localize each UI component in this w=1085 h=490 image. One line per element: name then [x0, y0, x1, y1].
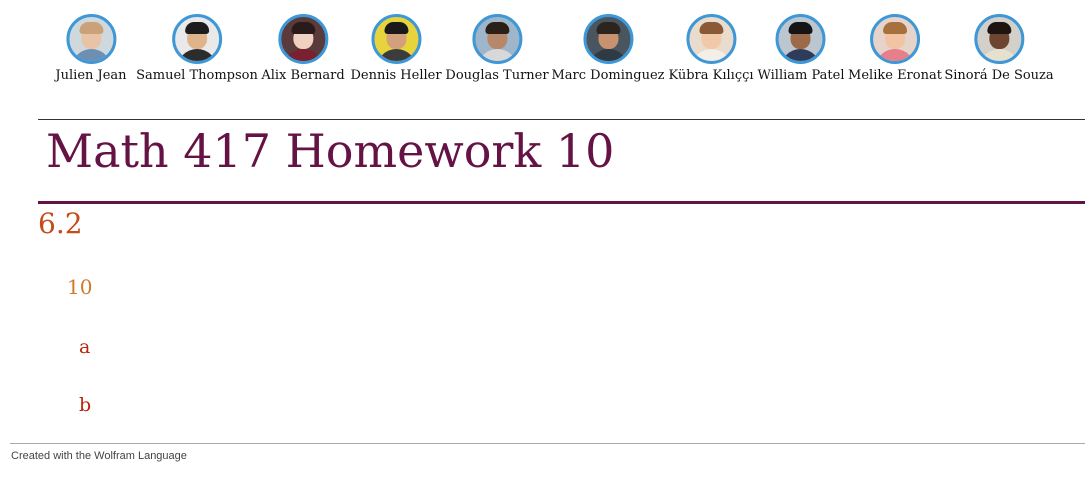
avatar-hair [986, 22, 1011, 34]
collaborator[interactable]: Douglas Turner [445, 14, 549, 83]
avatar-shoulders [176, 49, 217, 61]
avatar-alix-bernard-icon[interactable] [277, 14, 328, 64]
collaborator[interactable]: Kübra Kılıççı [668, 14, 754, 83]
avatar-samuel-thompson-icon[interactable] [171, 14, 222, 64]
avatar-shoulders [70, 49, 111, 61]
avatar-hair [789, 22, 813, 34]
avatar-douglas-turner-icon[interactable] [471, 14, 522, 64]
collaborator-name: Dennis Heller [350, 68, 442, 83]
avatar-sinora-de-souza-icon[interactable] [973, 14, 1024, 64]
collaborator-name: Marc Dominguez [551, 68, 665, 83]
collaborator-name: Samuel Thompson [136, 68, 258, 83]
avatar-hair [595, 22, 620, 34]
section-heading: 6.2 [38, 207, 83, 240]
avatar-hair [699, 22, 723, 34]
collaborator-name: Sinorá De Souza [944, 68, 1054, 83]
avatar-shoulders [691, 49, 731, 61]
collaborator-name: Julien Jean [55, 68, 127, 83]
collaborator[interactable]: Marc Dominguez [551, 14, 665, 83]
subsubsection-heading: a [79, 336, 91, 358]
avatar-hair [184, 22, 209, 34]
collaborator[interactable]: William Patel [757, 14, 845, 83]
avatar-shoulders [476, 49, 517, 61]
avatar-william-patel-icon[interactable] [776, 14, 826, 64]
avatar-hair [78, 22, 103, 34]
footer-credit: Created with the Wolfram Language [11, 450, 187, 462]
header-divider [38, 119, 1085, 120]
collaborator[interactable]: Samuel Thompson [136, 14, 258, 83]
avatar-hair [883, 22, 907, 34]
collaborator[interactable]: Sinorá De Souza [944, 14, 1054, 83]
page-title: Math 417 Homework 10 [46, 124, 615, 178]
collaborator[interactable]: Dennis Heller [350, 14, 442, 83]
avatar-shoulders [282, 49, 323, 61]
collaborator-name: William Patel [757, 68, 845, 83]
avatar-hair [484, 22, 509, 34]
avatar-marc-dominguez-icon[interactable] [582, 14, 633, 64]
title-underline [38, 201, 1085, 204]
collaborators-bar: Julien Jean Samuel Thompson Alix Bernard De… [0, 14, 1085, 94]
collaborator[interactable]: Julien Jean [55, 14, 127, 83]
collaborator-name: Douglas Turner [445, 68, 549, 83]
footer-divider [10, 443, 1085, 444]
avatar-kubra-kilicci-icon[interactable] [686, 14, 736, 64]
collaborator-name: Alix Bernard [261, 68, 345, 83]
collaborator[interactable]: Alix Bernard [261, 14, 345, 83]
avatar-hair [383, 22, 408, 34]
avatar-shoulders [375, 49, 416, 61]
avatar-shoulders [875, 49, 915, 61]
collaborator-name: Melike Eronat [848, 68, 942, 83]
collaborator-name: Kübra Kılıççı [668, 68, 754, 83]
avatar-shoulders [978, 49, 1019, 61]
collaborator[interactable]: Melike Eronat [848, 14, 942, 83]
avatar-hair [290, 22, 315, 34]
subsubsection-heading: b [79, 394, 92, 416]
avatar-dennis-heller-icon[interactable] [370, 14, 421, 64]
avatar-shoulders [781, 49, 821, 61]
subsection-heading: 10 [67, 275, 93, 299]
avatar-shoulders [587, 49, 628, 61]
avatar-melike-eronat-icon[interactable] [870, 14, 920, 64]
avatar-julien-jean-icon[interactable] [65, 14, 116, 64]
